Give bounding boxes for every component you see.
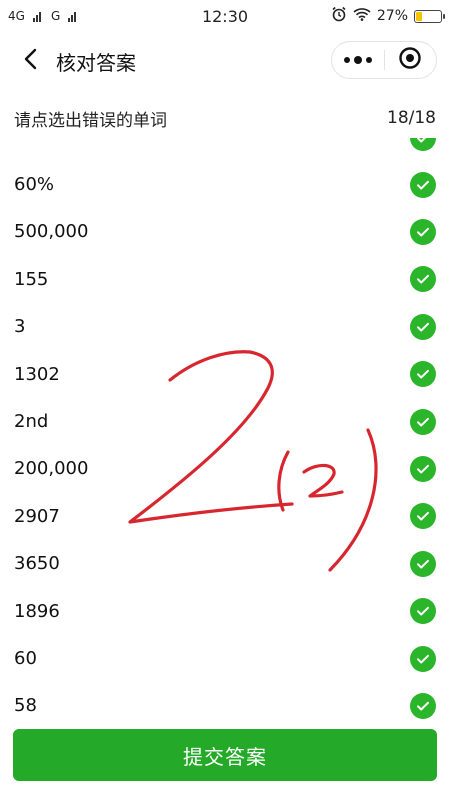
list-item-text: 2907 — [14, 505, 60, 527]
menu-capsule — [331, 41, 437, 79]
more-dots-icon — [343, 56, 372, 64]
submit-answers-button[interactable]: 提交答案 — [13, 729, 437, 781]
more-button[interactable] — [332, 42, 384, 78]
check-circle-icon — [410, 598, 436, 625]
list-item[interactable]: 3650 — [0, 540, 450, 587]
alarm-icon — [331, 6, 347, 26]
list-item[interactable]: 60 — [0, 635, 450, 682]
check-circle-icon — [410, 408, 436, 435]
list-item[interactable]: 200,000 — [0, 445, 450, 492]
signal-icon — [68, 11, 77, 22]
check-circle-icon — [410, 138, 436, 151]
list-item[interactable]: 2907 — [0, 493, 450, 540]
list-item[interactable]: 2nd — [0, 398, 450, 445]
network-4g-label: 4G — [8, 9, 25, 23]
list-item-text: 2nd — [14, 411, 49, 432]
list-item-text: 3650 — [14, 553, 60, 575]
close-button[interactable] — [385, 42, 437, 78]
signal-icon — [32, 11, 41, 22]
answer-list: 60% 500,000 155 3 1302 2nd 200,000 2907 3650 1896… — [0, 138, 450, 728]
list-item-text: 58 — [14, 695, 37, 717]
list-item[interactable]: 1302 — [0, 351, 450, 398]
status-time: 12:30 — [201, 6, 249, 26]
network-status: 4G G — [8, 9, 77, 23]
progress-counter: 18/18 — [387, 108, 436, 128]
battery-percent: 27% — [376, 8, 408, 24]
back-arrow-icon — [23, 48, 37, 74]
check-circle-icon — [410, 313, 436, 340]
list-item[interactable]: 500,000 — [0, 208, 450, 255]
instruction-row: 请点选出错误的单词 18/18 — [0, 96, 450, 140]
list-item-text: 60% — [14, 174, 55, 195]
check-circle-icon — [410, 550, 436, 577]
list-item-text: 500,000 — [14, 221, 89, 243]
list-item-text: 1302 — [14, 363, 60, 385]
back-button[interactable] — [8, 39, 52, 83]
list-item-text: 200,000 — [14, 458, 89, 480]
check-circle-icon — [410, 692, 436, 719]
list-item[interactable] — [0, 138, 450, 161]
check-circle-icon — [410, 171, 436, 198]
status-right: 27% — [331, 6, 445, 26]
list-item-text: 60 — [14, 648, 37, 669]
wifi-icon — [353, 7, 371, 25]
list-item[interactable]: 1896 — [0, 588, 450, 635]
close-target-icon — [398, 46, 422, 74]
list-item[interactable]: 60% — [0, 161, 450, 208]
check-circle-icon — [410, 266, 436, 293]
list-item-text: 155 — [14, 268, 49, 290]
list-item-text: 1896 — [14, 600, 60, 622]
list-item-text: 3 — [14, 316, 26, 338]
instruction-text: 请点选出错误的单词 — [14, 110, 167, 131]
list-item[interactable]: 58 — [0, 682, 450, 728]
list-item[interactable]: 155 — [0, 256, 450, 303]
check-circle-icon — [410, 218, 436, 245]
check-circle-icon — [410, 455, 436, 482]
status-bar: 4G G 12:30 27% — [0, 0, 450, 32]
check-circle-icon — [410, 645, 436, 672]
network-g-label: G — [50, 9, 61, 23]
check-circle-icon — [410, 361, 436, 388]
check-circle-icon — [410, 503, 436, 530]
list-item[interactable]: 3 — [0, 303, 450, 350]
page-title: 核对答案 — [56, 50, 136, 75]
nav-bar: 核对答案 — [0, 32, 450, 90]
battery-icon — [414, 9, 445, 23]
